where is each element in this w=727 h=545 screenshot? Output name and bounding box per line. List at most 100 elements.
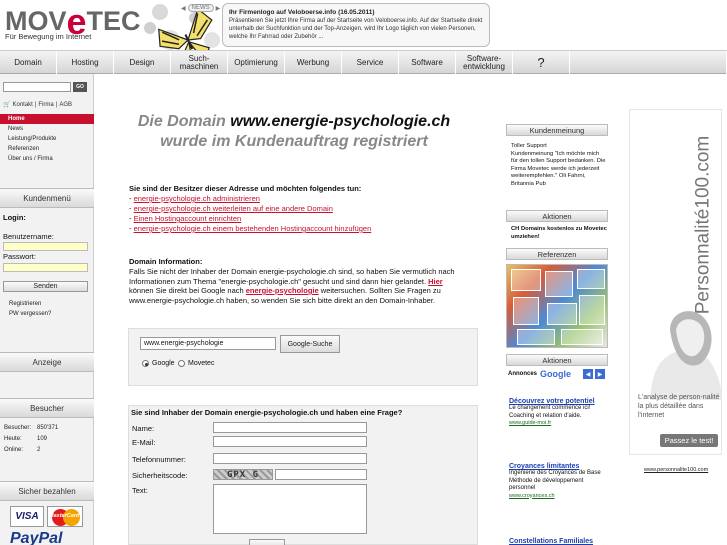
logo-text-part-2: TEC — [86, 6, 141, 36]
banner-woman-image — [650, 311, 721, 400]
news-prev-icon[interactable]: ◀ — [181, 5, 186, 12]
owner-link-3: - Einen Hostingaccount einrichten — [129, 214, 242, 223]
username-label: Benutzername: — [3, 232, 54, 241]
banner-url-link[interactable]: www.personnalite100.com — [644, 467, 708, 473]
owner-question: Sie sind der Besitzer dieser Adresse und… — [129, 184, 362, 193]
referenzen-collage[interactable] — [506, 264, 608, 348]
go-button[interactable]: GO — [73, 82, 87, 92]
nav-domain[interactable]: Domain — [0, 51, 57, 75]
link-administrieren[interactable]: energie-psychologie.ch administrieren — [134, 194, 260, 203]
link-weiterleiten[interactable]: energie-psychologie.ch weiterleiten auf … — [134, 204, 333, 213]
header: MOVeTEC Für Bewegung im Internet ◀ NEWS … — [0, 0, 727, 69]
ad-2[interactable]: Croyances limitantes Ingénierie des Croy… — [509, 463, 605, 499]
google-search-button[interactable]: Google-Suche — [280, 335, 340, 353]
hier-link[interactable]: Hier — [428, 277, 443, 286]
text-label: Text: — [132, 486, 148, 495]
firma-link[interactable]: Firma — [38, 102, 53, 108]
news-next-icon[interactable]: ▶ — [216, 5, 221, 12]
mastercard-logo: MasterCard — [47, 506, 83, 527]
stat-besucher: Besucher: 850'371 — [4, 425, 59, 431]
nav-werbung[interactable]: Werbung — [285, 51, 342, 75]
menu-item-ueber-uns[interactable]: Über uns / Firma — [0, 154, 94, 164]
left-menu: Home News Leistung/Produkte Referenzen Ü… — [0, 114, 94, 164]
logo-tagline: Für Bewegung im Internet — [5, 32, 92, 41]
username-field[interactable] — [3, 242, 88, 251]
radio-movetec[interactable]: Movetec — [178, 360, 214, 367]
sicherheitscode-label: Sicherheitscode: — [132, 471, 188, 480]
news-label: NEWS — [187, 4, 214, 12]
name-input[interactable] — [213, 422, 367, 433]
forgot-password-link[interactable]: PW vergessen? — [9, 311, 51, 317]
radio-google[interactable]: Google — [142, 360, 175, 367]
radio-google-dot — [142, 360, 149, 367]
anzeige-header: Anzeige — [0, 352, 94, 372]
link-hinzufuegen[interactable]: energie-psychologie.ch einem bestehenden… — [134, 224, 372, 233]
google-search-box: www.energie-psychologie Google-Suche Goo… — [128, 328, 478, 386]
link-hostingaccount[interactable]: Einen Hostingaccount einrichten — [134, 214, 242, 223]
text-area[interactable] — [213, 484, 367, 534]
main-nav: Domain Hosting Design Such- maschinen Op… — [0, 50, 727, 75]
banner-caption: L'analyse de person-nalité la plus détai… — [638, 394, 720, 419]
email-label: E-Mail: — [132, 438, 156, 447]
contact-form-title: Sie sind Inhaber der Domain energie-psyc… — [131, 408, 403, 417]
besucher-header: Besucher — [0, 398, 94, 418]
owner-link-2: - energie-psychologie.ch weiterleiten au… — [129, 204, 333, 213]
phone-label: Telefonnummer: — [132, 455, 186, 464]
kontakt-link[interactable]: Kontakt — [12, 102, 32, 108]
owner-link-1: - energie-psychologie.ch administrieren — [129, 194, 260, 203]
phone-input[interactable] — [213, 453, 367, 464]
passez-le-test-button[interactable]: Passez le test! — [660, 434, 718, 447]
radio-movetec-dot — [178, 360, 185, 367]
google-search-input[interactable]: www.energie-psychologie — [140, 337, 276, 350]
nav-filler — [570, 51, 727, 75]
password-field[interactable] — [3, 263, 88, 272]
owner-link-4: - energie-psychologie.ch einem bestehend… — [129, 224, 372, 233]
movetec-logo[interactable]: MOVeTEC Für Bewegung im Internet — [5, 4, 141, 44]
nav-help[interactable]: ? — [513, 51, 570, 75]
kundenmeinung-text: Toller Support Kundenmeinung "Ich möchte… — [511, 143, 606, 187]
login-send-button[interactable]: Senden — [3, 281, 88, 292]
ads-prev-icon[interactable]: ◀ — [583, 369, 593, 379]
stat-heute: Heute: 109 — [4, 436, 48, 442]
search-term-link[interactable]: energie-psychologie — [246, 286, 319, 295]
menu-item-referenzen[interactable]: Referenzen — [0, 144, 94, 154]
personnalite-banner[interactable]: Personnalité100.com L'analyse de person-… — [629, 109, 722, 455]
info-text: Falls Sie nicht der Inhaber der Domain e… — [129, 267, 455, 305]
contact-form: Sie sind Inhaber der Domain energie-psyc… — [128, 405, 478, 545]
paypal-logo: PayPal — [10, 530, 63, 545]
captcha-image: GPX G — [213, 469, 273, 480]
cart-icon[interactable]: 🛒 — [3, 101, 10, 108]
nav-optimierung[interactable]: Optimierung — [228, 51, 285, 75]
left-sidebar: GO 🛒 Kontakt | Firma | AGB Home News Leist… — [0, 74, 94, 545]
email-input[interactable] — [213, 436, 367, 447]
news-title: Ihr Firmenlogo auf Veloboerse.info (16.0… — [229, 9, 375, 16]
nav-suchmaschinen[interactable]: Such- maschinen — [171, 51, 228, 75]
ads-next-icon[interactable]: ▶ — [595, 369, 605, 379]
menu-item-news[interactable]: News — [0, 124, 94, 134]
name-label: Name: — [132, 424, 155, 433]
nav-hosting[interactable]: Hosting — [57, 51, 114, 75]
page-headline: Die Domain www.energie-psychologie.ch wu… — [137, 113, 451, 150]
login-label: Login: — [3, 213, 26, 222]
aktionen-text[interactable]: CH Domains kostenlos zu Movetec umziehen… — [511, 226, 607, 241]
banner-vertical-text: Personnalité100.com — [692, 135, 713, 315]
kundenmeinung-header: Kundenmeinung — [506, 124, 608, 136]
site-search-input[interactable] — [3, 82, 71, 92]
nav-design[interactable]: Design — [114, 51, 171, 75]
annonces-google-bar: Annonces Google — [508, 369, 572, 379]
news-box[interactable]: Ihr Firmenlogo auf Veloboerse.info (16.0… — [222, 3, 490, 47]
kundenmenu-header: Kundenmenü — [0, 188, 94, 208]
password-label: Passwort: — [3, 252, 36, 261]
nav-software[interactable]: Software — [399, 51, 456, 75]
nav-service[interactable]: Service — [342, 51, 399, 75]
menu-item-leistung[interactable]: Leistung/Produkte — [0, 134, 94, 144]
ad-1[interactable]: Découvrez votre potentiel Le changement … — [509, 398, 605, 426]
form-send-button[interactable] — [249, 539, 285, 545]
register-link[interactable]: Registrieren — [9, 301, 41, 307]
nav-softwareentwicklung[interactable]: Software- entwicklung — [456, 51, 513, 75]
agb-link[interactable]: AGB — [59, 102, 72, 108]
menu-item-home[interactable]: Home — [0, 114, 94, 124]
captcha-input[interactable] — [275, 469, 367, 480]
news-body: Präsentieren Sie jetzt Ihre Firma auf de… — [229, 18, 483, 40]
ad-3[interactable]: Constellations Familiales — [509, 538, 605, 545]
